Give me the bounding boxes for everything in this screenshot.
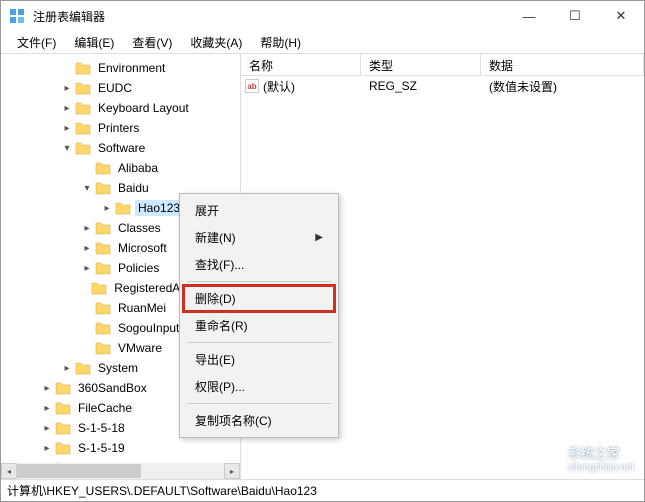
window-controls: — ☐ ✕ (506, 1, 644, 31)
column-name[interactable]: 名称 (241, 54, 361, 75)
tree-toggle[interactable]: ▾ (61, 142, 73, 154)
tree-item-printers[interactable]: ▸Printers (1, 118, 240, 138)
value-name: (默认) (263, 78, 295, 95)
titlebar: 注册表编辑器 — ☐ ✕ (1, 1, 644, 31)
menu-help[interactable]: 帮助(H) (252, 32, 309, 53)
watermark-house-icon (522, 443, 562, 473)
watermark-url: xitongzhijia.net (568, 462, 634, 473)
tree-toggle[interactable]: ▸ (41, 442, 53, 454)
tree-hscrollbar[interactable]: ◂ ▸ (1, 463, 240, 479)
ctx-new[interactable]: 新建(N)▶ (183, 224, 335, 251)
tree-toggle[interactable]: ▸ (101, 202, 113, 214)
column-data[interactable]: 数据 (481, 54, 644, 75)
tree-toggle[interactable]: ▸ (61, 82, 73, 94)
menu-edit[interactable]: 编辑(E) (66, 32, 122, 53)
tree-item-alibaba[interactable]: ▸Alibaba (1, 158, 240, 178)
maximize-button[interactable]: ☐ (552, 1, 598, 31)
tree-toggle[interactable]: ▸ (81, 222, 93, 234)
tree-item-keyboard-layout[interactable]: ▸Keyboard Layout (1, 98, 240, 118)
folder-icon (55, 421, 71, 435)
tree-toggle[interactable]: ▸ (61, 102, 73, 114)
folder-icon (95, 261, 111, 275)
close-button[interactable]: ✕ (598, 1, 644, 31)
folder-icon (75, 81, 91, 95)
ctx-separator (187, 281, 331, 282)
tree-item-environment[interactable]: ▸Environment (1, 58, 240, 78)
folder-icon (95, 181, 111, 195)
folder-icon (55, 441, 71, 455)
ctx-export[interactable]: 导出(E) (183, 346, 335, 373)
folder-icon (115, 201, 131, 215)
folder-icon (75, 121, 91, 135)
minimize-button[interactable]: — (506, 1, 552, 31)
folder-icon (95, 321, 111, 335)
scroll-right-button[interactable]: ▸ (224, 463, 240, 479)
value-data: (数值未设置) (481, 78, 644, 95)
ctx-separator (187, 403, 331, 404)
folder-icon (75, 361, 91, 375)
statusbar: 计算机\HKEY_USERS\.DEFAULT\Software\Baidu\H… (1, 479, 644, 501)
menubar: 文件(F) 编辑(E) 查看(V) 收藏夹(A) 帮助(H) (1, 31, 644, 53)
folder-icon (95, 341, 111, 355)
menu-view[interactable]: 查看(V) (124, 32, 180, 53)
regedit-icon (9, 8, 25, 24)
status-path: 计算机\HKEY_USERS\.DEFAULT\Software\Baidu\H… (7, 482, 317, 499)
tree-toggle[interactable]: ▸ (41, 382, 53, 394)
scroll-left-button[interactable]: ◂ (1, 463, 17, 479)
window-title: 注册表编辑器 (33, 8, 506, 25)
watermark: 系统之家 xitongzhijia.net (522, 443, 634, 473)
ctx-find[interactable]: 查找(F)... (183, 251, 335, 278)
folder-icon (95, 221, 111, 235)
menu-file[interactable]: 文件(F) (9, 32, 64, 53)
list-item-default[interactable]: ab (默认) REG_SZ (数值未设置) (241, 76, 644, 96)
ctx-separator (187, 342, 331, 343)
folder-icon (95, 301, 111, 315)
folder-icon (91, 281, 107, 295)
ctx-rename[interactable]: 重命名(R) (183, 312, 335, 339)
string-value-icon: ab (245, 79, 259, 93)
tree-toggle[interactable]: ▸ (41, 402, 53, 414)
tree-toggle[interactable]: ▸ (81, 242, 93, 254)
menu-favorites[interactable]: 收藏夹(A) (182, 32, 250, 53)
tree-toggle[interactable]: ▾ (81, 182, 93, 194)
context-menu: 展开 新建(N)▶ 查找(F)... 删除(D) 重命名(R) 导出(E) 权限… (179, 193, 339, 438)
tree-item-s1519[interactable]: ▸S-1-5-19 (1, 438, 240, 458)
submenu-arrow-icon: ▶ (315, 232, 323, 243)
ctx-permissions[interactable]: 权限(P)... (183, 373, 335, 400)
tree-toggle[interactable]: ▸ (41, 422, 53, 434)
ctx-expand[interactable]: 展开 (183, 197, 335, 224)
tree-item-software[interactable]: ▾Software (1, 138, 240, 158)
tree-toggle[interactable]: ▸ (61, 362, 73, 374)
folder-icon (75, 141, 91, 155)
folder-icon (95, 241, 111, 255)
tree-toggle[interactable]: ▸ (61, 122, 73, 134)
scroll-thumb[interactable] (17, 464, 141, 478)
folder-icon (75, 61, 91, 75)
ctx-delete[interactable]: 删除(D) (183, 285, 335, 312)
folder-icon (55, 401, 71, 415)
folder-icon (75, 101, 91, 115)
list-header: 名称 类型 数据 (241, 54, 644, 76)
scroll-track[interactable] (17, 463, 224, 479)
tree-toggle[interactable]: ▸ (81, 262, 93, 274)
column-type[interactable]: 类型 (361, 54, 481, 75)
ctx-copy-key-name[interactable]: 复制项名称(C) (183, 407, 335, 434)
folder-icon (95, 161, 111, 175)
folder-icon (55, 381, 71, 395)
value-type: REG_SZ (361, 79, 481, 93)
tree-item-eudc[interactable]: ▸EUDC (1, 78, 240, 98)
watermark-name: 系统之家 (568, 443, 634, 462)
